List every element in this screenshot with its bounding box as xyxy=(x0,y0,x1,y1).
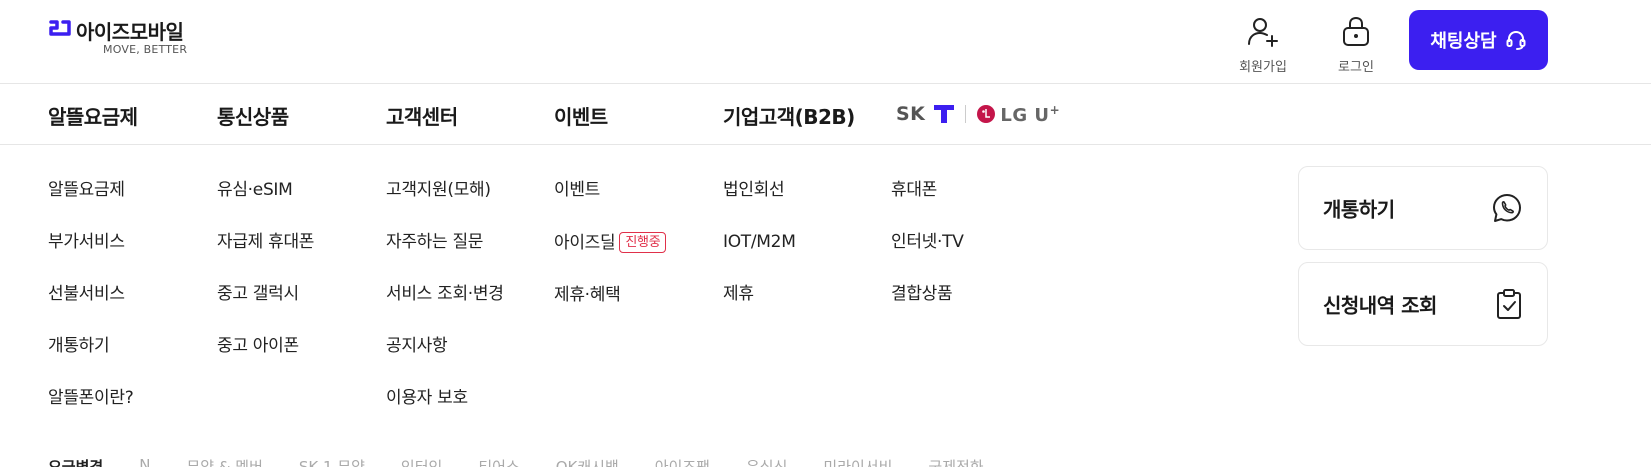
menu-link-partnership-benefits[interactable]: 제휴·혜택 xyxy=(554,285,666,305)
nav-plans[interactable]: 알뜰요금제 xyxy=(48,101,138,130)
menu-column-products: 유심·eSIM 자급제 휴대폰 중고 갤럭시 중고 아이폰 xyxy=(217,180,314,356)
menu-link-usim-esim[interactable]: 유심·eSIM xyxy=(217,180,314,200)
ongoing-badge: 진행중 xyxy=(619,232,667,253)
nav-products[interactable]: 통신상품 xyxy=(217,101,289,130)
join-button[interactable]: 회원가입 xyxy=(1228,14,1298,75)
open-line-label: 개통하기 xyxy=(1323,197,1395,222)
site-header: 아이즈모바일 MOVE, BETTER 회원가입 로그인 채팅상담 xyxy=(0,0,1651,84)
sub-tab-item[interactable]: OK캐시백 xyxy=(556,456,619,467)
sub-tab-bar: 요금변경 N 무약 & 멤버 SK 1 무약 인터인 티어스 OK캐시백 아이즈… xyxy=(48,456,984,467)
menu-column-b2b: 법인회선 IOT/M2M 제휴 xyxy=(723,180,796,304)
sub-tab-item[interactable]: 무약 & 멤버 xyxy=(186,456,262,467)
lgu-logo: LG U+ xyxy=(976,103,1060,126)
menu-link-iot-m2m[interactable]: IOT/M2M xyxy=(723,232,796,252)
menu-link-service-inquiry[interactable]: 서비스 조회·변경 xyxy=(386,284,504,304)
login-button[interactable]: 로그인 xyxy=(1321,14,1391,75)
menu-column-extra: 휴대폰 인터넷·TV 결합상품 xyxy=(891,180,964,304)
t-logo-icon xyxy=(934,105,955,123)
menu-link-eyes-deal[interactable]: 아이즈딜 진행중 xyxy=(554,232,667,253)
join-label: 회원가입 xyxy=(1239,60,1287,75)
brand-tagline: MOVE, BETTER xyxy=(103,43,188,56)
menu-link-used-galaxy[interactable]: 중고 갤럭시 xyxy=(217,284,314,304)
menu-link-user-protection[interactable]: 이용자 보호 xyxy=(386,388,504,408)
lg-face-icon xyxy=(977,105,996,123)
sub-tab-item[interactable]: 티어스 xyxy=(478,456,519,467)
application-status-card[interactable]: 신청내역 조회 xyxy=(1298,262,1548,346)
nav-b2b[interactable]: 기업고객(B2B) xyxy=(723,101,855,130)
chat-label: 채팅상담 xyxy=(1430,31,1497,52)
user-plus-icon xyxy=(1248,18,1278,47)
open-line-card[interactable]: 개통하기 xyxy=(1298,166,1548,250)
sub-tab-item[interactable]: 인터인 xyxy=(401,456,442,467)
menu-link-partnership[interactable]: 제휴 xyxy=(723,284,796,304)
headset-icon xyxy=(1506,30,1526,50)
lock-icon xyxy=(1343,16,1369,46)
eyes-deal-label: 아이즈딜 xyxy=(554,232,616,253)
menu-link-unlocked-phone[interactable]: 자급제 휴대폰 xyxy=(217,232,314,252)
sub-tab-item[interactable]: N xyxy=(139,456,150,467)
lgu-text: LG U+ xyxy=(1000,102,1061,126)
menu-link-used-iphone[interactable]: 중고 아이폰 xyxy=(217,336,314,356)
nav-support[interactable]: 고객센터 xyxy=(386,101,458,130)
menu-link-faq[interactable]: 자주하는 질문 xyxy=(386,232,504,252)
menu-link-plans[interactable]: 알뜰요금제 xyxy=(48,180,133,200)
menu-link-activate[interactable]: 개통하기 xyxy=(48,336,133,356)
sub-tab-item[interactable]: SK 1 무약 xyxy=(299,456,365,467)
menu-link-prepaid[interactable]: 선불서비스 xyxy=(48,284,133,304)
sk-logo-text: SK xyxy=(896,103,926,125)
menu-column-events: 이벤트 아이즈딜 진행중 제휴·혜택 xyxy=(554,180,667,305)
nav-events[interactable]: 이벤트 xyxy=(554,101,608,130)
sub-tab-item[interactable]: 국제전화 xyxy=(928,456,983,467)
sub-tab-item[interactable]: 미라이서비 xyxy=(823,456,892,467)
menu-link-notices[interactable]: 공지사항 xyxy=(386,336,504,356)
carrier-logos: SK LG U+ xyxy=(896,101,1060,127)
menu-column-support: 고객지원(모해) 자주하는 질문 서비스 조회·변경 공지사항 이용자 보호 xyxy=(386,180,504,408)
menu-link-corporate-line[interactable]: 법인회선 xyxy=(723,180,796,200)
sub-tab-item[interactable]: 유심신 xyxy=(746,456,787,467)
login-label: 로그인 xyxy=(1338,60,1374,75)
menu-link-bundle[interactable]: 결합상품 xyxy=(891,284,964,304)
menu-link-addon[interactable]: 부가서비스 xyxy=(48,232,133,252)
menu-link-mobile-phone[interactable]: 휴대폰 xyxy=(891,180,964,200)
main-nav: 알뜰요금제 통신상품 고객센터 이벤트 기업고객(B2B) SK LG U+ xyxy=(0,85,1651,145)
phone-chat-icon xyxy=(1493,194,1521,222)
sub-tab-item[interactable]: 요금변경 xyxy=(48,456,103,467)
menu-link-customer-support[interactable]: 고객지원(모해) xyxy=(386,180,504,200)
clipboard-check-icon xyxy=(1497,289,1521,319)
menu-column-plans: 알뜰요금제 부가서비스 선불서비스 개통하기 알뜰폰이란? xyxy=(48,180,134,408)
menu-link-internet-tv[interactable]: 인터넷·TV xyxy=(891,232,964,252)
menu-link-about-mvno[interactable]: 알뜰폰이란? xyxy=(48,388,134,408)
chat-consult-button[interactable]: 채팅상담 xyxy=(1409,10,1548,70)
brand-mark-icon xyxy=(49,20,71,36)
brand-name: 아이즈모바일 xyxy=(76,20,184,44)
carrier-divider xyxy=(965,105,967,123)
application-status-label: 신청내역 조회 xyxy=(1323,293,1437,318)
menu-link-events[interactable]: 이벤트 xyxy=(554,180,666,200)
sub-tab-item[interactable]: 아이즈팩 xyxy=(655,456,710,467)
